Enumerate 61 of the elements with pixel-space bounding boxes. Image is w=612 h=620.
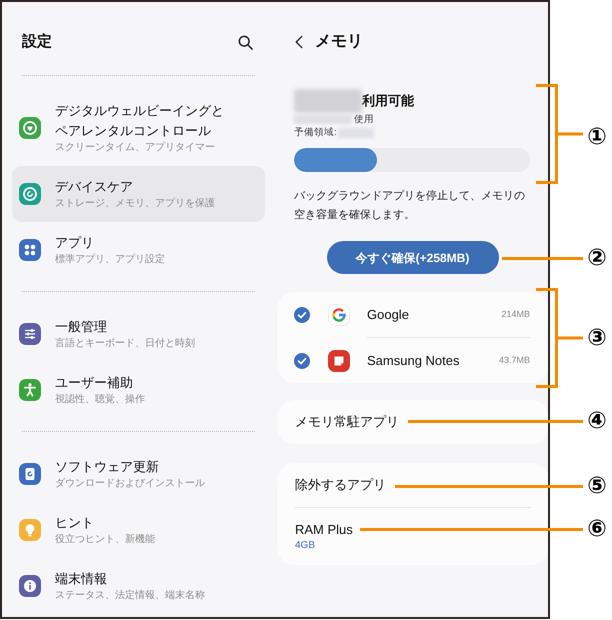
available-label: 利用可能: [362, 92, 414, 110]
page-title: メモリ: [315, 32, 363, 52]
note-icon: [328, 350, 350, 372]
app-size: 43.7MB: [498, 354, 530, 367]
reserved-label: 予備領域:: [294, 126, 337, 139]
callout-number: ⑥: [586, 517, 608, 541]
settings-item[interactable]: ソフトウェア更新 ダウンロードおよびインストール: [12, 446, 265, 502]
item-title: デバイスケア: [55, 178, 133, 196]
description-text: バックグラウンドアプリを停止して、メモリの空き容量を確保します。: [294, 188, 526, 223]
checkbox[interactable]: [294, 352, 310, 368]
apps-grid-icon: [19, 239, 41, 261]
callout-number: ③: [586, 326, 608, 350]
app-size: 214MB: [501, 308, 530, 321]
item-subtitle: ストレージ、メモリ、アプリを保護: [55, 197, 215, 211]
item-title: ソフトウェア更新: [55, 458, 159, 476]
item-title: 一般管理: [55, 318, 107, 336]
callout-number: ①: [586, 125, 608, 149]
ring-icon: [19, 183, 41, 205]
item-subtitle: 役立つヒント、新機能: [55, 533, 155, 547]
settings-item[interactable]: デバイスケア ストレージ、メモリ、アプリを保護: [12, 166, 265, 222]
settings-item[interactable]: アプリ 標準アプリ、アプリ設定: [12, 222, 265, 278]
free-up-button[interactable]: 今すぐ確保(+258MB): [326, 241, 498, 274]
back-icon[interactable]: [295, 35, 303, 49]
callout-number: ④: [586, 409, 608, 433]
item-title: アプリ: [55, 234, 94, 252]
google-g-icon: [328, 304, 350, 326]
checkbox[interactable]: [294, 306, 310, 322]
item-title: 端末情報: [55, 570, 107, 588]
item-title: デジタルウェルビーイングとペアレンタルコントロール: [55, 102, 225, 140]
info-icon: [19, 575, 41, 597]
item-title: ヒント: [55, 514, 94, 532]
search-icon[interactable]: [238, 34, 253, 50]
app-name: Samsung Notes: [367, 352, 460, 370]
callout-number: ②: [586, 246, 608, 270]
settings-item[interactable]: 一般管理 言語とキーボード、日付と時刻: [12, 306, 265, 362]
sliders-icon: [19, 323, 41, 345]
blurred-block: [294, 89, 362, 113]
page-title: 設定: [22, 32, 52, 52]
item-subtitle: ステータス、法定情報、端末名称: [55, 589, 205, 603]
item-subtitle: スクリーンタイム、アプリタイマー: [55, 141, 215, 155]
callout-number: ⑤: [586, 474, 608, 498]
settings-item[interactable]: 端末情報 ステータス、法定情報、端末名称: [12, 558, 265, 614]
menu-item-title: RAM Plus: [295, 520, 353, 538]
settings-item[interactable]: デジタルウェルビーイングとペアレンタルコントロール スクリーンタイム、アプリタイマー: [12, 90, 265, 166]
item-subtitle: 視認性、聴覚、操作: [55, 393, 145, 407]
used-label: 使用: [354, 113, 374, 126]
phone-refresh-icon: [19, 463, 41, 485]
item-subtitle: 言語とキーボード、日付と時刻: [55, 337, 195, 351]
lightbulb-icon: [19, 519, 41, 541]
settings-item[interactable]: ユーザー補助 視認性、聴覚、操作: [12, 362, 265, 418]
heart-ring-icon: [19, 117, 41, 139]
item-subtitle: ダウンロードおよびインストール: [55, 477, 205, 491]
settings-item[interactable]: ヒント 役立つヒント、新機能: [12, 502, 265, 558]
menu-item[interactable]: 除外するアプリ: [277, 463, 548, 507]
menu-item[interactable]: メモリ常駐アプリ: [277, 400, 548, 444]
app-name: Google: [367, 306, 410, 324]
menu-item[interactable]: RAM Plus 4GB: [277, 508, 548, 565]
accessibility-icon: [19, 379, 41, 401]
item-title: ユーザー補助: [55, 374, 133, 392]
menu-item-value: 4GB: [295, 538, 316, 552]
item-subtitle: 標準アプリ、アプリ設定: [55, 253, 165, 267]
